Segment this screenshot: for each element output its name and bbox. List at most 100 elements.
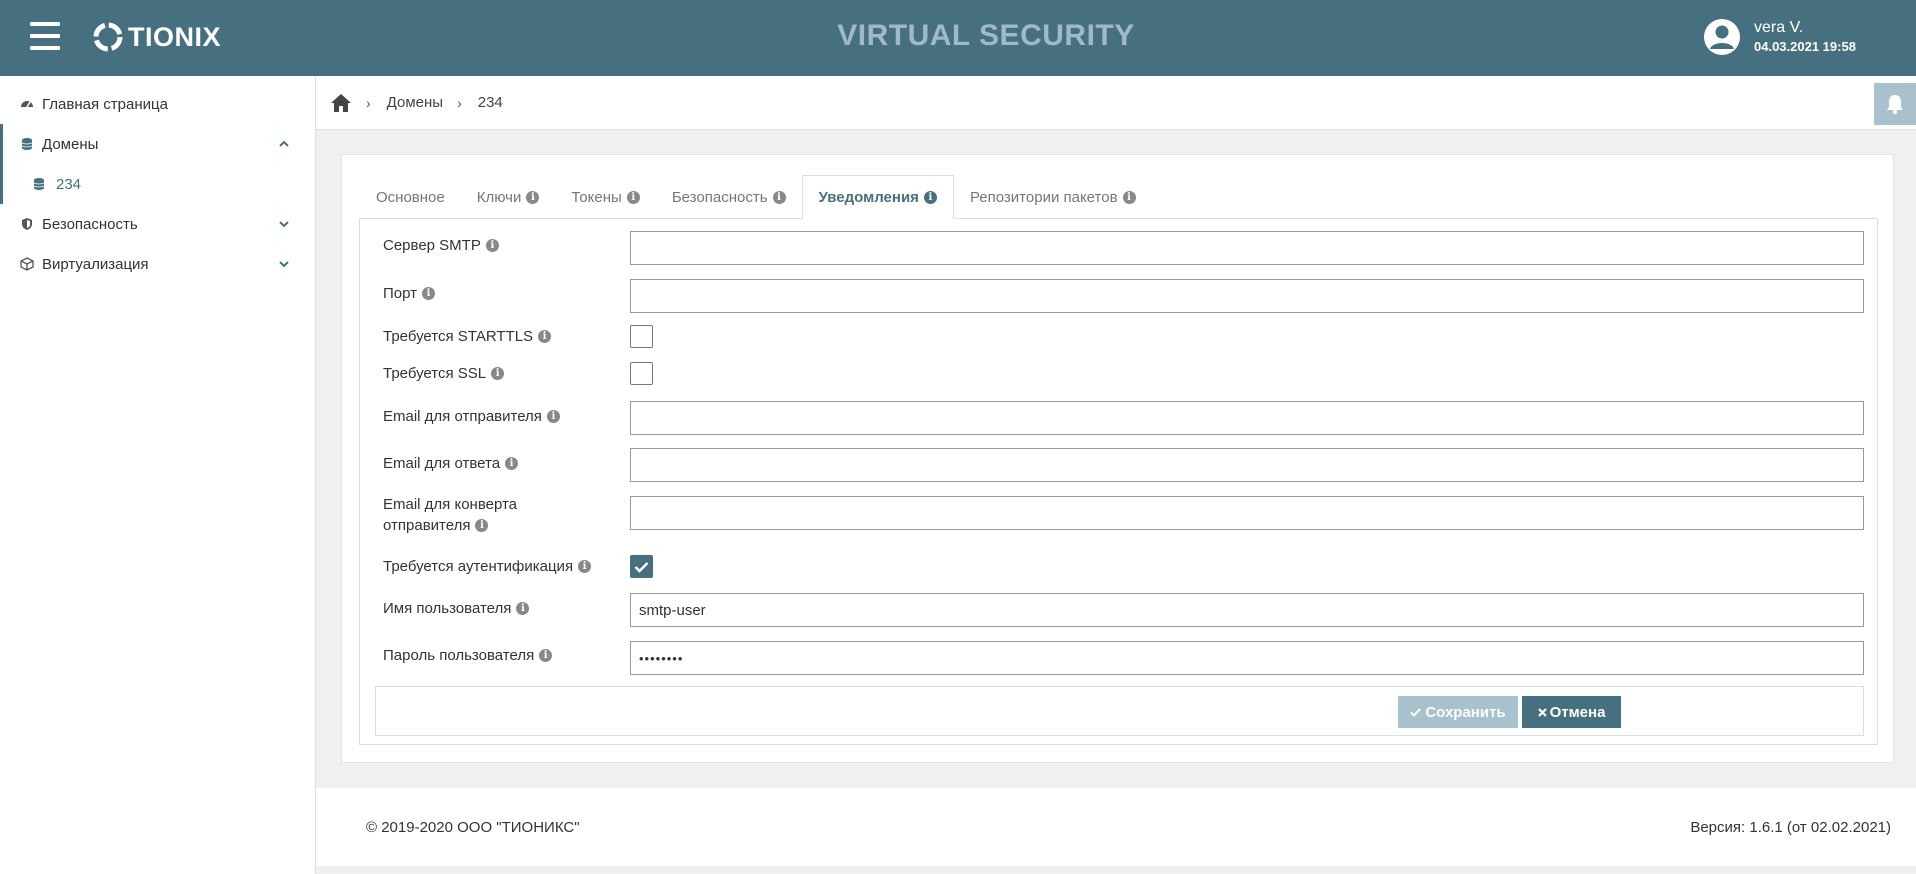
info-icon[interactable]: i — [422, 287, 436, 300]
notifications-panel: Сервер SMTP i Порт i Требуется STARTTLS i Т… — [359, 218, 1878, 745]
tab-general[interactable]: Основное — [360, 175, 461, 219]
close-icon — [1537, 707, 1547, 717]
password-label: Пароль пользователя i — [383, 647, 553, 664]
envelope-email-input[interactable] — [630, 496, 1864, 530]
label-text: Порт — [383, 285, 418, 302]
version-text: Версия: 1.6.1 (от 02.02.2021) — [1690, 818, 1891, 836]
info-icon[interactable]: i — [546, 410, 560, 423]
chevron-down-icon[interactable] — [278, 218, 290, 230]
tab-keys[interactable]: Ключи i — [461, 175, 556, 219]
smtp-server-input[interactable] — [630, 231, 1864, 265]
sidebar-item-label: 234 — [56, 175, 82, 193]
tab-notifications[interactable]: Уведомления i — [801, 175, 954, 219]
port-input[interactable] — [630, 279, 1864, 313]
cancel-button[interactable]: Отмена — [1522, 696, 1621, 728]
tab-tokens[interactable]: Токены i — [555, 175, 655, 219]
info-icon[interactable]: i — [516, 602, 530, 615]
tab-label: Ключи — [476, 188, 522, 206]
form-actions: Сохранить Отмена — [375, 686, 1864, 736]
breadcrumb: › Домены › 234 — [316, 76, 1916, 130]
tab-security[interactable]: Безопасность i — [656, 175, 802, 219]
app-title: VIRTUAL SECURITY — [837, 19, 1135, 52]
sidebar-item-home[interactable]: Главная страница — [0, 84, 316, 124]
auth-required-label: Требуется аутентификация i — [383, 558, 592, 575]
sidebar: Главная страница Домены 234 Безопасность… — [0, 76, 316, 874]
sender-email-input[interactable] — [630, 401, 1864, 435]
info-icon[interactable]: i — [539, 649, 553, 662]
tab-bar: Основное Ключи i Токены i Безопасность i Ув… — [360, 175, 1152, 219]
sidebar-item-label: Домены — [42, 135, 99, 153]
reply-email-label: Email для ответа i — [383, 455, 519, 472]
reply-email-input[interactable] — [630, 448, 1864, 482]
password-input[interactable]: •••••••• — [630, 641, 1864, 675]
user-name: vera V. — [1754, 19, 1804, 36]
user-datetime: 04.03.2021 19:58 — [1754, 39, 1856, 54]
breadcrumb-current: 234 — [477, 94, 503, 111]
info-icon: i — [1122, 190, 1136, 204]
info-icon[interactable]: i — [485, 239, 499, 252]
database-icon — [33, 178, 45, 190]
tab-package-repositories[interactable]: Репозитории пакетов i — [954, 175, 1152, 219]
label-text: Требуется SSL — [383, 365, 487, 382]
tab-label: Токены — [571, 188, 622, 206]
label-text: Имя пользователя — [383, 600, 512, 617]
sidebar-item-label: Главная страница — [42, 95, 168, 113]
username-input[interactable]: smtp-user — [630, 593, 1864, 627]
shield-icon — [22, 218, 32, 230]
tab-label: Репозитории пакетов — [969, 188, 1118, 206]
chevron-up-icon[interactable] — [278, 138, 290, 150]
tab-label: Уведомления — [818, 188, 919, 206]
info-icon: i — [923, 190, 937, 204]
notifications-button[interactable] — [1874, 83, 1916, 125]
envelope-email-label: Email для конверта отправителя i — [383, 494, 517, 536]
sidebar-item-234[interactable]: 234 — [0, 164, 316, 204]
save-label: Сохранить — [1425, 703, 1506, 721]
starttls-label: Требуется STARTTLS i — [383, 328, 552, 345]
sidebar-item-virtualization[interactable]: Виртуализация — [0, 244, 316, 284]
smtp-server-label: Сервер SMTP i — [383, 237, 499, 254]
copyright-text: © 2019-2020 ООО "ТИОНИКС" — [366, 818, 580, 836]
info-icon: i — [526, 190, 540, 204]
label-text: отправителя — [383, 517, 471, 534]
label-text: Email для конверта — [383, 496, 518, 513]
info-icon: i — [626, 190, 640, 204]
info-icon: i — [772, 190, 786, 204]
ssl-label: Требуется SSL i — [383, 365, 505, 382]
chevron-right-icon: › — [366, 94, 371, 111]
sidebar-item-label: Виртуализация — [42, 255, 149, 273]
sidebar-item-security[interactable]: Безопасность — [0, 204, 316, 244]
cancel-label: Отмена — [1549, 703, 1606, 721]
sender-email-label: Email для отправителя i — [383, 408, 560, 425]
home-icon[interactable] — [330, 93, 352, 113]
tab-label: Основное — [376, 188, 445, 206]
label-text: Email для отправителя — [383, 408, 542, 425]
ssl-checkbox[interactable] — [630, 362, 653, 385]
label-text: Email для ответа — [383, 455, 501, 472]
user-avatar-icon — [1704, 19, 1740, 55]
bell-icon — [1887, 95, 1903, 115]
label-text: Пароль пользователя — [383, 647, 535, 664]
label-text: Требуется аутентификация — [383, 558, 574, 575]
info-icon[interactable]: i — [505, 457, 519, 470]
starttls-checkbox[interactable] — [630, 325, 653, 348]
top-header: TIONIX VIRTUAL SECURITY vera V. 04.03.20… — [0, 0, 1916, 76]
breadcrumb-domains[interactable]: Домены — [387, 94, 443, 111]
user-menu[interactable]: vera V. 04.03.2021 19:58 — [1703, 18, 1856, 56]
info-icon[interactable]: i — [538, 330, 552, 343]
cube-icon — [20, 257, 34, 271]
chevron-down-icon[interactable] — [278, 258, 290, 270]
label-text: Сервер SMTP — [383, 237, 481, 254]
sidebar-item-domains[interactable]: Домены — [0, 124, 316, 164]
page-footer: © 2019-2020 ООО "ТИОНИКС" Версия: 1.6.1 … — [316, 788, 1916, 866]
info-icon[interactable]: i — [491, 367, 505, 380]
label-text: Требуется STARTTLS — [383, 328, 534, 345]
dashboard-icon — [21, 101, 33, 108]
port-label: Порт i — [383, 285, 436, 302]
info-icon[interactable]: i — [475, 519, 489, 532]
info-icon[interactable]: i — [578, 560, 592, 573]
check-icon — [1410, 707, 1422, 717]
username-label: Имя пользователя i — [383, 600, 530, 617]
auth-required-checkbox[interactable] — [630, 555, 653, 578]
chevron-right-icon: › — [457, 94, 462, 111]
save-button[interactable]: Сохранить — [1398, 696, 1518, 728]
